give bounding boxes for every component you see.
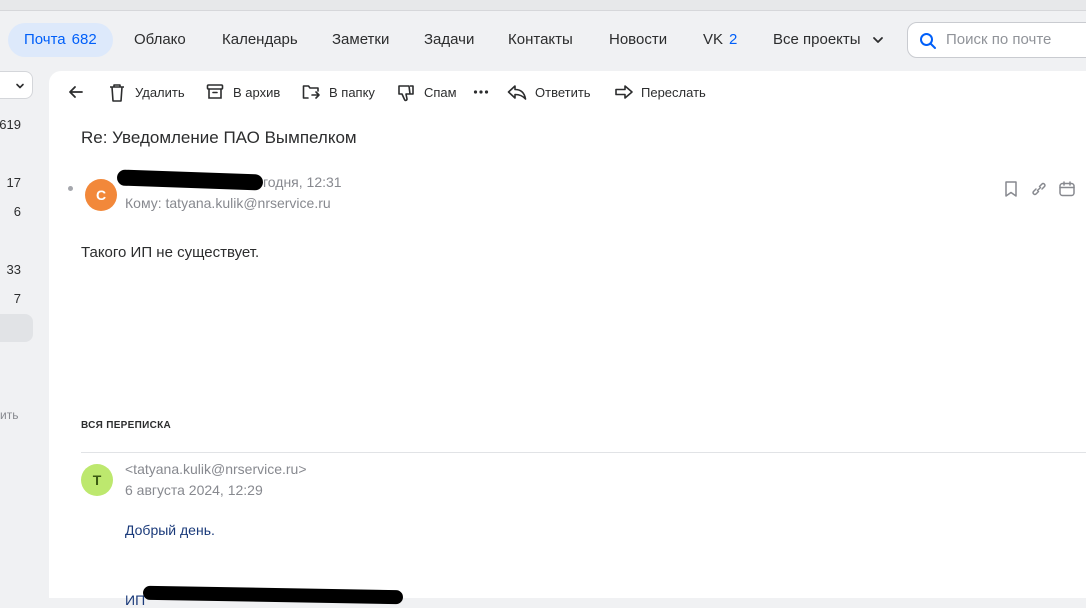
message-pane: Удалить В архив В папку Спам Ответить Пе… [49,71,1086,608]
folder-count[interactable]: 33 [0,262,21,277]
reply-icon [507,85,527,100]
folder-count-inbox[interactable]: 619 [0,117,21,132]
thumb-down-icon [398,85,414,102]
more-actions-button[interactable] [473,81,493,105]
thread-truncated-line: ИП [125,592,146,608]
thread-divider [81,452,1086,453]
nav-tasks[interactable]: Задачи [424,23,474,57]
recipient-line[interactable]: Кому: tatyana.kulik@nrservice.ru [125,195,331,211]
nav-news[interactable]: Новости [609,23,667,57]
nav-vk-count: 2 [729,31,738,48]
bookmark-icon[interactable] [1002,180,1020,198]
chevron-down-icon [872,37,883,43]
thread-sender[interactable]: <tatyana.kulik@nrservice.ru> [125,461,307,477]
delete-label: Удалить [135,85,185,100]
search-input[interactable] [944,30,1086,49]
message-date: годня, 12:31 [263,174,342,190]
search-box[interactable] [907,22,1086,58]
thread-title: ВСЯ ПЕРЕПИСКА [81,420,172,431]
thread-greeting: Добрый день. [125,522,215,538]
folder-count[interactable]: 17 [0,175,21,190]
trash-icon [110,84,124,102]
reply-button[interactable]: Ответить [507,81,597,105]
folder-move-icon [302,85,320,99]
more-dots-icon [473,90,489,94]
nav-vk[interactable]: VK 2 [703,23,737,57]
message-body: Такого ИП не существует. [81,244,260,261]
nav-mail-count: 682 [71,31,97,48]
nav-cloud[interactable]: Облако [134,23,186,57]
calendar-icon[interactable] [1058,180,1076,198]
forward-icon [615,85,633,99]
browser-top-strip [0,0,1086,11]
message-toolbar: Удалить В архив В папку Спам Ответить Пе… [49,71,1086,115]
nav-notes[interactable]: Заметки [332,23,389,57]
delete-button[interactable]: Удалить [108,81,188,105]
nav-contacts[interactable]: Контакты [508,23,573,57]
move-to-folder-label: В папку [329,85,375,100]
folder-sidebar: 619 17 6 33 7 ить [0,71,48,598]
forward-button[interactable]: Переслать [614,81,709,105]
back-button[interactable] [67,81,87,105]
arrow-left-icon [69,86,83,98]
redacted-text [142,585,404,605]
thread-date: 6 августа 2024, 12:29 [125,482,263,498]
link-icon[interactable] [1030,180,1048,198]
unread-dot[interactable] [68,186,73,191]
message-subject: Re: Уведомление ПАО Вымпелком [81,128,357,147]
sidebar-truncated-link[interactable]: ить [0,408,30,422]
redacted-sender [116,169,264,191]
top-navigation: Почта 682 Облако Календарь Заметки Задачи… [0,11,1086,71]
chevron-down-icon [16,83,24,89]
archive-button[interactable]: В архив [206,81,286,105]
nav-vk-label: VK [703,31,724,48]
search-icon [920,33,936,49]
folder-item-selected[interactable] [0,314,33,342]
spam-button[interactable]: Спам [397,81,459,105]
thread-sender-avatar[interactable]: Т [81,464,113,496]
move-to-folder-button[interactable]: В папку [301,81,381,105]
folder-count[interactable]: 7 [0,291,21,306]
nav-mail-label: Почта [24,31,66,48]
nav-mail[interactable]: Почта 682 [8,23,113,57]
nav-all-projects[interactable]: Все проекты [773,23,885,57]
sender-avatar[interactable]: С [85,179,117,211]
folder-count[interactable]: 6 [0,204,21,219]
sidebar-dropdown[interactable] [0,71,33,99]
spam-label: Спам [424,85,457,100]
reply-label: Ответить [535,85,591,100]
nav-all-projects-label: Все проекты [773,31,861,48]
archive-icon [206,84,224,99]
archive-label: В архив [233,85,281,100]
nav-calendar[interactable]: Календарь [222,23,298,57]
forward-label: Переслать [641,85,706,100]
